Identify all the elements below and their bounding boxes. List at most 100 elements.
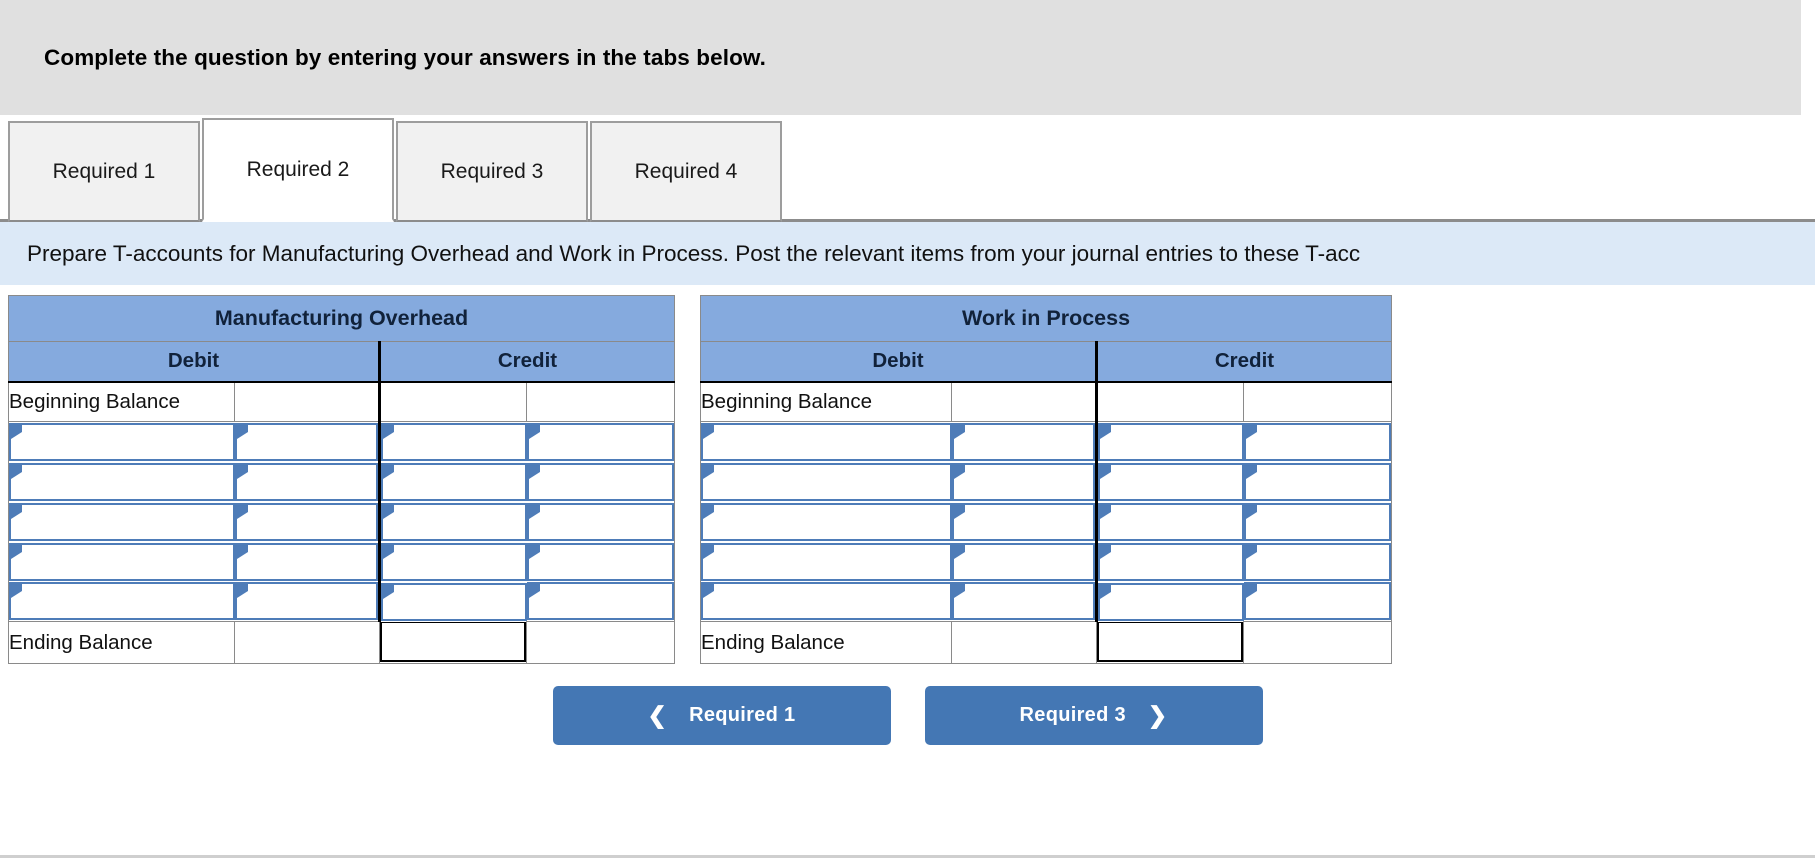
entry-debit-label-input-2[interactable] — [701, 462, 952, 501]
entry-debit-amount-input-5[interactable] — [234, 582, 378, 621]
ending-balance-row: Ending Balance — [700, 621, 1392, 664]
table-row — [9, 501, 675, 542]
chevron-left-icon: ❮ — [647, 702, 668, 728]
next-requirement-label: Required 3 — [1019, 704, 1126, 726]
table-row — [9, 421, 675, 462]
t-account-subheader-row: Debit Credit — [8, 341, 675, 382]
ending-balance-row: Ending Balance — [8, 621, 675, 664]
entry-credit-amount-input-4[interactable] — [1243, 542, 1391, 581]
table-row — [701, 541, 1392, 582]
chevron-right-icon: ❯ — [1147, 702, 1168, 728]
entry-credit-label-input-3[interactable] — [381, 502, 527, 541]
t-account-subheader-row: Debit Credit — [700, 341, 1392, 382]
entry-debit-label-input-5[interactable] — [9, 582, 235, 621]
entry-credit-label-input-5[interactable] — [381, 582, 527, 621]
tab-label: Required 2 — [246, 157, 350, 181]
previous-requirement-button[interactable]: ❮ Required 1 — [552, 686, 891, 745]
t-accounts-container: Manufacturing Overhead Debit Credit Begi… — [0, 285, 1815, 664]
question-prompt-text: Prepare T-accounts for Manufacturing Ove… — [27, 240, 1361, 266]
beginning-balance-credit-amount — [1243, 380, 1392, 422]
previous-requirement-label: Required 1 — [689, 704, 796, 726]
entry-debit-amount-input-3[interactable] — [234, 502, 378, 541]
entry-credit-amount-input-2[interactable] — [526, 462, 674, 501]
table-row — [701, 461, 1392, 502]
ending-balance-label: Ending Balance — [8, 621, 235, 664]
table-row — [9, 461, 675, 502]
entry-credit-label-input-4[interactable] — [1098, 542, 1244, 581]
t-account-title-row: Manufacturing Overhead — [8, 295, 675, 342]
entry-credit-amount-input-3[interactable] — [1243, 502, 1391, 541]
entry-debit-amount-input-4[interactable] — [951, 542, 1095, 581]
entry-debit-amount-input-1[interactable] — [951, 422, 1095, 461]
debit-column-header: Debit — [700, 341, 1097, 382]
table-row — [9, 541, 675, 582]
t-account-title: Work in Process — [700, 295, 1392, 342]
navigation-bar: ❮ Required 1 Required 3 ❯ — [0, 686, 1815, 745]
ending-balance-credit-box[interactable] — [380, 622, 526, 663]
entry-credit-label-input-1[interactable] — [1098, 422, 1244, 461]
entry-credit-label-input-5[interactable] — [1098, 582, 1244, 621]
entry-debit-label-input-4[interactable] — [9, 542, 235, 581]
beginning-balance-credit-amount — [526, 380, 675, 422]
table-row — [701, 421, 1392, 462]
ending-balance-credit-box[interactable] — [1097, 622, 1243, 663]
entry-credit-label-input-2[interactable] — [381, 462, 527, 501]
entry-debit-amount-input-2[interactable] — [951, 462, 1095, 501]
entry-credit-label-input-2[interactable] — [1098, 462, 1244, 501]
instruction-banner-text: Complete the question by entering your a… — [44, 44, 767, 70]
ending-balance-trailing-cell — [1243, 621, 1392, 664]
ending-balance-debit-amount — [951, 621, 1097, 664]
tab-label: Required 1 — [52, 159, 156, 183]
beginning-balance-label: Beginning Balance — [700, 380, 952, 422]
beginning-balance-credit-label — [378, 380, 527, 422]
ending-balance-label: Ending Balance — [700, 621, 952, 664]
debit-column-header: Debit — [8, 341, 380, 382]
tab-required-4[interactable]: Required 4 — [590, 121, 782, 222]
entry-debit-label-input-1[interactable] — [9, 422, 235, 461]
entry-debit-label-input-1[interactable] — [701, 422, 952, 461]
t-account-manufacturing-overhead: Manufacturing Overhead Debit Credit Begi… — [8, 295, 675, 664]
entry-debit-label-input-3[interactable] — [701, 502, 952, 541]
beginning-balance-label: Beginning Balance — [8, 380, 235, 422]
credit-column-header: Credit — [378, 341, 675, 382]
next-requirement-button[interactable]: Required 3 ❯ — [924, 686, 1263, 745]
entry-debit-label-input-2[interactable] — [9, 462, 235, 501]
table-row — [9, 581, 675, 622]
t-account-title-row: Work in Process — [700, 295, 1392, 342]
tab-label: Required 3 — [440, 159, 544, 183]
tab-required-1[interactable]: Required 1 — [8, 121, 200, 222]
tab-label: Required 4 — [634, 159, 738, 183]
t-account-work-in-process: Work in Process Debit Credit Beginning B… — [700, 295, 1392, 664]
entry-credit-amount-input-2[interactable] — [1243, 462, 1391, 501]
tab-required-2[interactable]: Required 2 — [202, 118, 394, 222]
tab-required-3[interactable]: Required 3 — [396, 121, 588, 222]
entry-debit-amount-input-4[interactable] — [234, 542, 378, 581]
entry-credit-amount-input-5[interactable] — [1243, 582, 1391, 621]
entry-debit-amount-input-3[interactable] — [951, 502, 1095, 541]
entry-credit-label-input-1[interactable] — [381, 422, 527, 461]
entry-debit-amount-input-5[interactable] — [951, 582, 1095, 621]
t-account-title: Manufacturing Overhead — [8, 295, 675, 342]
table-row — [701, 501, 1392, 542]
instruction-banner: Complete the question by entering your a… — [0, 0, 1801, 115]
requirement-tabs: Required 1 Required 2 Required 3 Require… — [0, 115, 1815, 222]
entry-debit-label-input-5[interactable] — [701, 582, 952, 621]
entry-credit-amount-input-3[interactable] — [526, 502, 674, 541]
entry-debit-amount-input-2[interactable] — [234, 462, 378, 501]
entry-credit-label-input-4[interactable] — [381, 542, 527, 581]
beginning-balance-row: Beginning Balance — [8, 380, 675, 422]
entry-debit-amount-input-1[interactable] — [234, 422, 378, 461]
entry-credit-amount-input-4[interactable] — [526, 542, 674, 581]
entry-debit-label-input-4[interactable] — [701, 542, 952, 581]
ending-balance-debit-amount — [234, 621, 380, 664]
entry-credit-amount-input-1[interactable] — [526, 422, 674, 461]
entry-debit-label-input-3[interactable] — [9, 502, 235, 541]
beginning-balance-credit-label — [1095, 380, 1244, 422]
beginning-balance-debit-amount — [951, 380, 1097, 422]
credit-column-header: Credit — [1095, 341, 1392, 382]
entry-credit-amount-input-1[interactable] — [1243, 422, 1391, 461]
beginning-balance-debit-amount — [234, 380, 380, 422]
entry-credit-amount-input-5[interactable] — [526, 582, 674, 621]
table-row — [701, 581, 1392, 622]
entry-credit-label-input-3[interactable] — [1098, 502, 1244, 541]
